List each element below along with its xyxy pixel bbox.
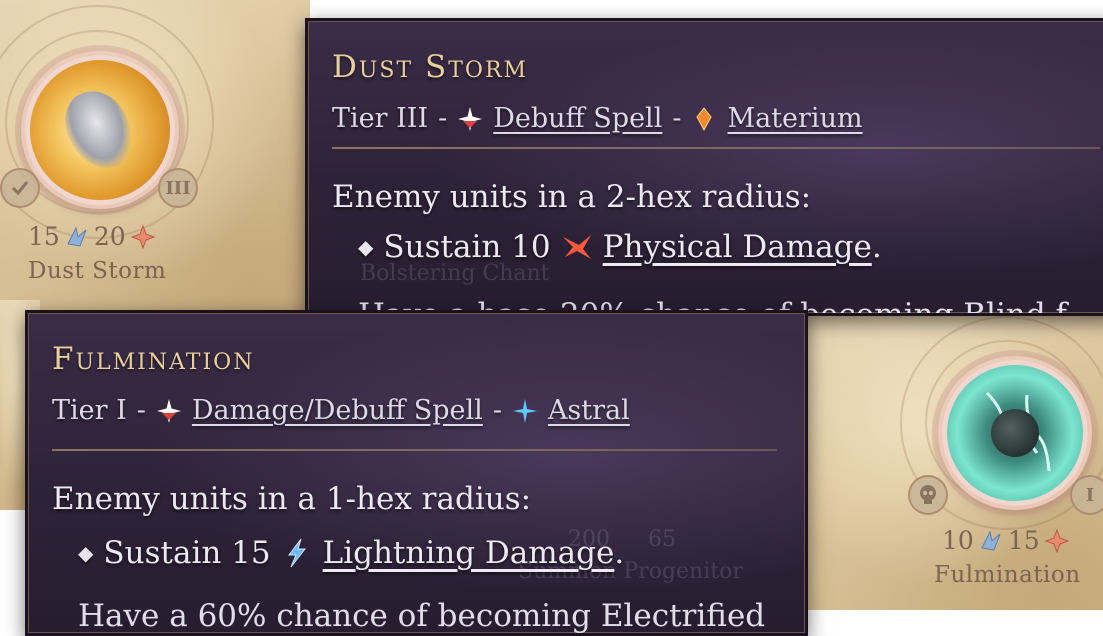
astral-icon bbox=[512, 398, 537, 423]
dust-storm-spell-icon[interactable] bbox=[25, 55, 175, 205]
mana-cost-value: 15 bbox=[28, 222, 60, 251]
damage-type-link[interactable]: Physical Damage bbox=[603, 229, 872, 265]
research-icon bbox=[1044, 528, 1070, 553]
skull-icon bbox=[908, 475, 948, 515]
damage-type-link[interactable]: Lightning Damage bbox=[323, 535, 615, 571]
fulmination-tooltip: 200 65 Summon Progenitor Fulmination Tie… bbox=[25, 310, 808, 636]
tooltip-subtitle: Tier I - Damage/Debuff Spell - Astral bbox=[52, 395, 630, 426]
ghost-cost: 65 bbox=[648, 527, 676, 552]
tooltip-subtitle: Tier III - Debuff Spell - Materium bbox=[332, 103, 863, 134]
tooltip-title: Dust Storm bbox=[332, 49, 529, 85]
spell-cost: 15 20 bbox=[28, 222, 156, 251]
bullet-diamond-icon: ◆ bbox=[78, 541, 94, 565]
mana-icon bbox=[981, 530, 1001, 551]
separator: - bbox=[136, 395, 146, 426]
mana-icon bbox=[67, 226, 87, 247]
spell-name-caption: Dust Storm bbox=[28, 258, 167, 284]
dust-swirl-art bbox=[56, 81, 142, 179]
spell-cost: 10 15 bbox=[942, 526, 1070, 555]
fulmination-spell-icon[interactable] bbox=[942, 360, 1088, 506]
mana-cost-value: 10 bbox=[942, 526, 974, 555]
debuff-spell-icon bbox=[458, 106, 483, 131]
effect-suffix: . bbox=[614, 535, 625, 571]
spell-type-link[interactable]: Damage/Debuff Spell bbox=[192, 395, 483, 426]
dark-orb-art bbox=[991, 409, 1039, 457]
separator: - bbox=[438, 103, 448, 134]
target-description: Enemy units in a 2-hex radius: bbox=[332, 179, 812, 215]
spell-type-link[interactable]: Debuff Spell bbox=[493, 103, 662, 134]
spell-name-caption: Fulmination bbox=[934, 562, 1081, 588]
tier-label: Tier III bbox=[332, 103, 429, 134]
divider bbox=[332, 147, 1100, 149]
effect-bullet-cut: Have a 60% chance of becoming Electrifie… bbox=[78, 598, 766, 634]
separator: - bbox=[672, 103, 682, 134]
separator: - bbox=[492, 395, 502, 426]
dust-storm-tooltip: Bolstering Chant Dust Storm Tier III - D… bbox=[305, 18, 1103, 316]
research-cost-value: 20 bbox=[93, 222, 126, 251]
physical-damage-icon bbox=[562, 235, 591, 259]
research-icon bbox=[130, 224, 156, 249]
tier-badge: III bbox=[158, 168, 198, 208]
check-icon bbox=[0, 168, 40, 208]
bullet-diamond-icon: ◆ bbox=[358, 235, 374, 259]
effect-prefix: Sustain 15 bbox=[103, 535, 271, 571]
affinity-link[interactable]: Materium bbox=[727, 103, 862, 134]
lightning-damage-icon bbox=[287, 538, 306, 568]
tier-label: Tier I bbox=[52, 395, 127, 426]
damage-debuff-spell-icon bbox=[156, 398, 181, 423]
research-cost-value: 15 bbox=[1007, 526, 1040, 555]
affinity-link[interactable]: Astral bbox=[548, 395, 630, 426]
tooltip-title: Fulmination bbox=[52, 341, 255, 377]
divider bbox=[52, 449, 777, 451]
tier-badge: I bbox=[1070, 475, 1103, 515]
effect-bullet: ◆ Sustain 15 Lightning Damage. bbox=[78, 535, 624, 571]
effect-bullet: ◆ Sustain 10 Physical Damage. bbox=[358, 229, 882, 265]
effect-suffix: . bbox=[871, 229, 882, 265]
effect-prefix: Sustain 10 bbox=[383, 229, 551, 265]
materium-icon bbox=[696, 106, 713, 131]
target-description: Enemy units in a 1-hex radius: bbox=[52, 481, 532, 517]
